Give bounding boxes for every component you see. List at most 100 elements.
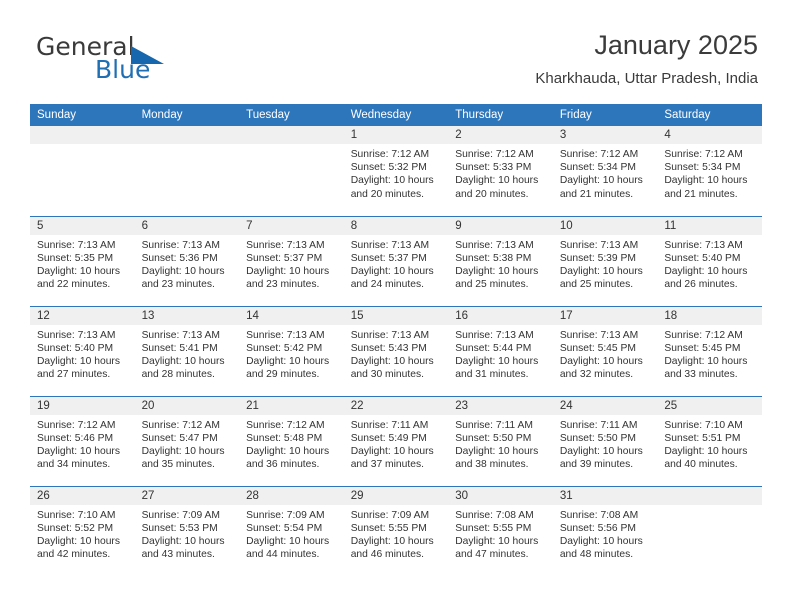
calendar-day-cell[interactable]: 2 Sunrise: 7:12 AM Sunset: 5:33 PM Daylight… (448, 126, 553, 216)
daylight-duration-line2: and 25 minutes. (455, 279, 529, 291)
sunrise-time: Sunrise: 7:11 AM (455, 419, 533, 431)
day-details: Sunrise: 7:10 AM Sunset: 5:52 PM Daylight:… (30, 505, 135, 562)
day-details: Sunrise: 7:12 AM Sunset: 5:45 PM Daylight:… (657, 325, 762, 382)
sunset-time: Sunset: 5:47 PM (141, 432, 218, 444)
daylight-duration-line2: and 42 minutes. (37, 549, 111, 561)
calendar-day-cell[interactable]: 5 Sunrise: 7:13 AM Sunset: 5:35 PM Daylight… (30, 215, 135, 306)
day-number (657, 486, 762, 505)
calendar-day-cell[interactable]: 12 Sunrise: 7:13 AM Sunset: 5:40 PM Dayligh… (30, 305, 135, 396)
daylight-duration-line1: Daylight: 10 hours (455, 175, 539, 187)
daylight-duration-line1: Daylight: 10 hours (559, 535, 643, 547)
daylight-duration-line1: Daylight: 10 hours (246, 535, 330, 547)
weekday-header-row: Sunday Monday Tuesday Wednesday Thursday Frid… (30, 104, 762, 126)
calendar-day-cell[interactable]: 18 Sunrise: 7:12 AM Sunset: 5:45 PM Dayligh… (657, 305, 762, 396)
daylight-duration-line2: and 25 minutes. (559, 279, 634, 291)
sunrise-time: Sunrise: 7:13 AM (455, 239, 534, 251)
calendar-day-cell[interactable]: 26 Sunrise: 7:10 AM Sunset: 5:52 PM Dayligh… (30, 485, 135, 576)
calendar-week-row: 1 Sunrise: 7:12 AM Sunset: 5:32 PM Daylight… (30, 126, 762, 216)
day-details: Sunrise: 7:11 AM Sunset: 5:50 PM Daylight:… (553, 415, 658, 472)
sunset-time: Sunset: 5:56 PM (559, 522, 636, 534)
day-number: 20 (134, 396, 240, 415)
sunset-time: Sunset: 5:51 PM (664, 432, 741, 444)
daylight-duration-line1: Daylight: 10 hours (559, 355, 643, 367)
calendar-day-cell[interactable]: 29 Sunrise: 7:09 AM Sunset: 5:55 PM Dayligh… (343, 485, 449, 576)
daylight-duration-line1: Daylight: 10 hours (455, 265, 539, 277)
calendar-day-cell[interactable]: 11 Sunrise: 7:13 AM Sunset: 5:40 PM Dayligh… (657, 215, 762, 306)
calendar-day-cell[interactable]: 23 Sunrise: 7:11 AM Sunset: 5:50 PM Dayligh… (448, 395, 553, 486)
day-details: Sunrise: 7:08 AM Sunset: 5:56 PM Daylight:… (553, 505, 658, 562)
daylight-duration-line1: Daylight: 10 hours (350, 175, 434, 187)
day-number: 2 (448, 126, 553, 144)
day-number: 29 (343, 486, 449, 505)
day-number: 5 (30, 216, 135, 235)
weekday-header-friday: Friday (552, 104, 658, 126)
day-details: Sunrise: 7:13 AM Sunset: 5:38 PM Daylight:… (448, 235, 553, 292)
day-number: 6 (134, 216, 240, 235)
calendar-day-cell[interactable]: 20 Sunrise: 7:12 AM Sunset: 5:47 PM Dayligh… (134, 395, 240, 486)
day-number: 11 (657, 216, 762, 235)
calendar-day-cell[interactable]: 15 Sunrise: 7:13 AM Sunset: 5:43 PM Dayligh… (343, 305, 449, 396)
sunset-time: Sunset: 5:45 PM (664, 342, 741, 354)
sunset-time: Sunset: 5:54 PM (246, 522, 323, 534)
calendar-day-cell[interactable]: 22 Sunrise: 7:11 AM Sunset: 5:49 PM Dayligh… (343, 395, 449, 486)
daylight-duration-line2: and 20 minutes. (455, 188, 529, 200)
sunrise-time: Sunrise: 7:13 AM (559, 239, 639, 251)
sunset-time: Sunset: 5:35 PM (37, 252, 114, 264)
calendar-day-cell[interactable]: 21 Sunrise: 7:12 AM Sunset: 5:48 PM Dayligh… (239, 395, 344, 486)
logo-text-blue: Blue (95, 55, 151, 84)
sunset-time: Sunset: 5:36 PM (141, 252, 218, 264)
calendar-day-cell[interactable]: 1 Sunrise: 7:12 AM Sunset: 5:32 PM Daylight… (343, 126, 449, 216)
sunrise-time: Sunrise: 7:13 AM (141, 239, 220, 251)
calendar-table: Sunday Monday Tuesday Wednesday Thursday Frid… (30, 104, 762, 576)
daylight-duration-line2: and 31 minutes. (455, 369, 529, 381)
calendar-day-cell[interactable]: 14 Sunrise: 7:13 AM Sunset: 5:42 PM Dayligh… (239, 305, 344, 396)
sunrise-time: Sunrise: 7:08 AM (455, 509, 534, 521)
calendar-day-cell[interactable]: 3 Sunrise: 7:12 AM Sunset: 5:34 PM Daylight… (552, 126, 658, 216)
page-title: January 2025 (594, 30, 758, 60)
calendar-week-row: 5 Sunrise: 7:13 AM Sunset: 5:35 PM Daylight… (30, 215, 762, 306)
day-details: Sunrise: 7:13 AM Sunset: 5:41 PM Daylight:… (135, 325, 240, 382)
day-details: Sunrise: 7:09 AM Sunset: 5:53 PM Daylight:… (135, 505, 240, 562)
calendar-day-cell[interactable]: 28 Sunrise: 7:09 AM Sunset: 5:54 PM Dayligh… (239, 485, 344, 576)
calendar-day-cell[interactable]: 8 Sunrise: 7:13 AM Sunset: 5:37 PM Daylight… (343, 215, 449, 306)
daylight-duration-line2: and 37 minutes. (350, 459, 424, 471)
day-number: 14 (239, 306, 344, 325)
calendar-day-cell[interactable]: 9 Sunrise: 7:13 AM Sunset: 5:38 PM Daylight… (448, 215, 553, 306)
sunrise-time: Sunrise: 7:13 AM (455, 329, 534, 341)
calendar-day-cell[interactable]: 31 Sunrise: 7:08 AM Sunset: 5:56 PM Dayligh… (552, 485, 658, 576)
location-subtitle: Kharkhauda, Uttar Pradesh, India (535, 70, 758, 87)
day-number: 18 (657, 306, 762, 325)
day-number: 8 (343, 216, 449, 235)
sunset-time: Sunset: 5:32 PM (350, 162, 427, 174)
daylight-duration-line2: and 40 minutes. (664, 459, 738, 471)
general-blue-logo[interactable]: General Blue (34, 32, 234, 90)
calendar-day-cell[interactable]: 27 Sunrise: 7:09 AM Sunset: 5:53 PM Dayligh… (134, 485, 240, 576)
calendar-week-row: 26 Sunrise: 7:10 AM Sunset: 5:52 PM Dayligh… (30, 485, 762, 576)
calendar-day-cell[interactable]: 25 Sunrise: 7:10 AM Sunset: 5:51 PM Dayligh… (657, 395, 762, 486)
calendar-day-cell[interactable]: 30 Sunrise: 7:08 AM Sunset: 5:55 PM Dayligh… (448, 485, 553, 576)
sunrise-time: Sunrise: 7:12 AM (559, 149, 639, 160)
calendar-day-cell[interactable]: 7 Sunrise: 7:13 AM Sunset: 5:37 PM Daylight… (239, 215, 344, 306)
calendar-day-cell[interactable]: 16 Sunrise: 7:13 AM Sunset: 5:44 PM Dayligh… (448, 305, 553, 396)
daylight-duration-line2: and 29 minutes. (246, 369, 320, 381)
day-details: Sunrise: 7:12 AM Sunset: 5:34 PM Daylight:… (657, 144, 762, 201)
daylight-duration-line2: and 44 minutes. (246, 549, 320, 561)
weekday-header-sunday: Sunday (30, 104, 135, 126)
sunrise-time: Sunrise: 7:10 AM (37, 509, 116, 521)
day-number: 27 (134, 486, 240, 505)
day-details: Sunrise: 7:12 AM Sunset: 5:47 PM Daylight:… (135, 415, 240, 472)
sunset-time: Sunset: 5:41 PM (141, 342, 218, 354)
calendar-day-cell[interactable]: 17 Sunrise: 7:13 AM Sunset: 5:45 PM Dayligh… (552, 305, 658, 396)
daylight-duration-line1: Daylight: 10 hours (664, 355, 748, 367)
sunrise-time: Sunrise: 7:13 AM (37, 329, 116, 341)
daylight-duration-line1: Daylight: 10 hours (37, 355, 120, 367)
sunset-time: Sunset: 5:55 PM (455, 522, 532, 534)
calendar-day-cell[interactable]: 24 Sunrise: 7:11 AM Sunset: 5:50 PM Dayligh… (552, 395, 658, 486)
calendar-day-cell[interactable]: 6 Sunrise: 7:13 AM Sunset: 5:36 PM Daylight… (134, 215, 240, 306)
calendar-day-cell[interactable]: 13 Sunrise: 7:13 AM Sunset: 5:41 PM Dayligh… (134, 305, 240, 396)
calendar-day-cell[interactable]: 4 Sunrise: 7:12 AM Sunset: 5:34 PM Daylight… (657, 126, 762, 216)
daylight-duration-line2: and 22 minutes. (37, 279, 111, 291)
calendar-day-cell[interactable]: 19 Sunrise: 7:12 AM Sunset: 5:46 PM Dayligh… (30, 395, 135, 486)
calendar-day-cell[interactable]: 10 Sunrise: 7:13 AM Sunset: 5:39 PM Dayligh… (552, 215, 658, 306)
daylight-duration-line1: Daylight: 10 hours (350, 445, 434, 457)
